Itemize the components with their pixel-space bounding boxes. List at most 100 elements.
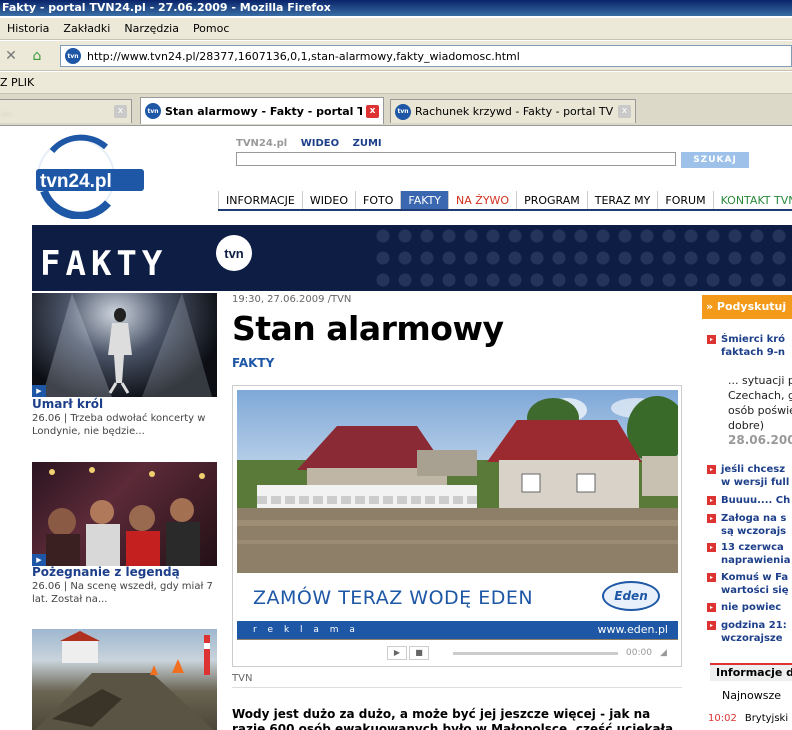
- tab-favicon-icon: tvn: [145, 103, 161, 119]
- comment-item[interactable]: ▸ Buuuu.... Ch: [707, 494, 792, 507]
- search-button[interactable]: SZUKAJ: [681, 152, 749, 168]
- tab-label: Stan alarmowy - Fakty - portal T...: [165, 104, 362, 118]
- bullet-icon: ▸: [707, 603, 716, 612]
- tab-2[interactable]: tvn Stan alarmowy - Fakty - portal T... …: [140, 97, 384, 124]
- bullet-icon: ▸: [707, 496, 716, 505]
- menu-bookmarks[interactable]: Zakładki: [56, 22, 117, 35]
- info-box-header: Informacje d: [710, 663, 792, 681]
- bullet-icon: ▸: [707, 573, 716, 582]
- stop-button[interactable]: ■: [409, 646, 429, 660]
- comment-item[interactable]: ▸ godzina 21: wczorajsze: [707, 619, 792, 645]
- nav-fakty[interactable]: FAKTY: [400, 191, 449, 209]
- menu-help[interactable]: Pomoc: [186, 22, 236, 35]
- left-item-2-title[interactable]: Pożegnanie z legendą: [32, 565, 180, 579]
- comment-item[interactable]: ▸ Załoga na s są wczorajs: [707, 512, 792, 538]
- nav-na-zywo[interactable]: NA ŻYWO: [448, 191, 516, 209]
- web-page: tvn24.pl TVN24.pl WIDEO ZUMI SZUKAJ INFO…: [0, 127, 792, 730]
- video-frame[interactable]: ZAMÓW TERAZ WODĘ EDEN Eden r e k l a m a…: [237, 390, 678, 640]
- left-item-2-desc: 26.06 | Na scenę wszedł, gdy miał 7 lat.…: [32, 581, 213, 605]
- seek-bar[interactable]: [453, 651, 618, 655]
- nav-teraz-my[interactable]: TERAZ MY: [586, 191, 658, 209]
- site-favicon-icon: tvn: [65, 48, 81, 64]
- player-time: 00:00: [626, 648, 652, 658]
- nav-wideo[interactable]: WIDEO: [301, 191, 355, 209]
- info-news-item[interactable]: 10:02Brytyjski b: [708, 713, 792, 724]
- tab-3[interactable]: tvn Rachunek krzywd - Fakty - portal TVN…: [390, 99, 636, 123]
- video-ad-overlay[interactable]: ZAMÓW TERAZ WODĘ EDEN Eden: [237, 573, 678, 621]
- banner-dot-pattern: [372, 225, 792, 291]
- discuss-header[interactable]: » Podyskutuj: [702, 295, 792, 319]
- ad-url[interactable]: www.eden.pl: [597, 621, 668, 639]
- toplink-wideo[interactable]: WIDEO: [301, 138, 339, 149]
- bullet-icon: ▸: [707, 335, 716, 344]
- tvn24-logo[interactable]: tvn24.pl: [36, 133, 146, 219]
- video-credit: TVN: [232, 673, 253, 684]
- bullet-icon: ▸: [707, 514, 716, 523]
- site-search-input[interactable]: [236, 152, 676, 166]
- singer-silhouette-icon: [42, 293, 212, 397]
- info-tab-latest[interactable]: Najnowsze: [722, 689, 781, 702]
- play-button[interactable]: ▶: [387, 646, 407, 660]
- article-category[interactable]: FAKTY: [232, 356, 274, 370]
- bookmarks-toolbar: Z PLIK: [0, 72, 792, 94]
- comment-item[interactable]: ▸ jeśli chcesz w wersji full: [707, 463, 792, 489]
- site-top-links: TVN24.pl WIDEO ZUMI: [236, 138, 392, 149]
- stop-icon[interactable]: ✕: [2, 47, 20, 65]
- article-headline: Stan alarmowy: [232, 309, 504, 348]
- article-lead: Wody jest dużo za dużo, a może być jej j…: [232, 707, 674, 730]
- bookmark-item[interactable]: Z PLIK: [0, 76, 34, 89]
- ad-text: ZAMÓW TERAZ WODĘ EDEN: [253, 587, 534, 609]
- comment-item[interactable]: ▸ nie powiec: [707, 601, 792, 614]
- nav-program[interactable]: PROGRAM: [516, 191, 587, 209]
- tab-label: Rachunek krzywd - Fakty - portal TVN2...: [415, 105, 614, 118]
- video-thumbnail-1[interactable]: ▶: [32, 293, 217, 397]
- url-text[interactable]: http://www.tvn24.pl/28377,1607136,0,1,st…: [87, 50, 520, 63]
- menu-bar: Historia Zakładki Narzędzia Pomoc: [0, 18, 792, 40]
- comment-quote: ... sytuacji p Czechach, g osób poświę d…: [728, 374, 792, 432]
- tab-label: ...: [1, 105, 12, 118]
- tab-favicon-icon: tvn: [395, 103, 411, 120]
- close-tab-icon[interactable]: x: [114, 105, 127, 118]
- menu-tools[interactable]: Narzędzia: [117, 22, 186, 35]
- nav-kontakt[interactable]: KONTAKT TVN24: [712, 191, 792, 209]
- player-controls: ▶ ■ 00:00 ◢: [237, 644, 678, 662]
- close-tab-icon[interactable]: x: [366, 104, 379, 118]
- close-tab-icon[interactable]: x: [618, 105, 631, 118]
- tab-strip: ... x tvn Stan alarmowy - Fakty - portal…: [0, 94, 792, 126]
- left-item-1-title[interactable]: Umarł król: [32, 397, 103, 411]
- crowd-photo-icon: [46, 467, 205, 566]
- nav-forum[interactable]: FORUM: [657, 191, 712, 209]
- video-thumbnail-2[interactable]: ▶: [32, 462, 217, 566]
- navigation-toolbar: ✕ ⌂ tvn http://www.tvn24.pl/28377,160713…: [0, 41, 792, 71]
- play-icon[interactable]: ▶: [32, 385, 46, 397]
- ad-label: r e k l a m a: [253, 625, 359, 635]
- nav-foto[interactable]: FOTO: [355, 191, 400, 209]
- toplink-zumi[interactable]: ZUMI: [353, 138, 382, 149]
- volume-icon[interactable]: ◢: [660, 648, 667, 658]
- home-icon[interactable]: ⌂: [28, 47, 46, 65]
- ad-bar: r e k l a m a www.eden.pl: [237, 621, 678, 639]
- video-thumbnail-3[interactable]: [32, 629, 217, 730]
- window-title: Fakty - portal TVN24.pl - 27.06.2009 - M…: [0, 0, 792, 16]
- comment-date: 28.06.200: [728, 433, 792, 447]
- menu-history[interactable]: Historia: [0, 22, 56, 35]
- left-item-1-desc: 26.06 | Trzeba odwołać koncerty w Londyn…: [32, 413, 206, 437]
- article-meta: 19:30, 27.06.2009 /TVN: [232, 294, 352, 305]
- bullet-icon: ▸: [707, 465, 716, 474]
- comment-item[interactable]: ▸ Komuś w Fa wartości się: [707, 571, 792, 597]
- comment-item[interactable]: ▸ Śmierci kró faktach 9-n: [707, 333, 792, 359]
- toplink-tvn24[interactable]: TVN24.pl: [236, 138, 287, 149]
- bullet-icon: ▸: [707, 621, 716, 630]
- fakty-logo: FAKTY tvn: [40, 235, 252, 284]
- video-player: ZAMÓW TERAZ WODĘ EDEN Eden r e k l a m a…: [232, 385, 682, 667]
- band-logo-text: tvn: [224, 246, 244, 261]
- nav-informacje[interactable]: INFORMACJE: [218, 191, 302, 209]
- site-main-nav: INFORMACJE WIDEO FOTO FAKTY NA ŻYWO PROG…: [218, 191, 792, 211]
- eden-logo: Eden: [602, 581, 660, 611]
- fakty-banner: FAKTY tvn: [32, 225, 792, 291]
- tab-1[interactable]: ... x: [0, 99, 132, 123]
- damaged-road-icon: [35, 631, 214, 730]
- comment-item[interactable]: ▸ 13 czerwca naprawienia: [707, 541, 792, 567]
- url-bar[interactable]: tvn http://www.tvn24.pl/28377,1607136,0,…: [60, 45, 792, 67]
- logo-text: tvn24.pl: [40, 171, 112, 192]
